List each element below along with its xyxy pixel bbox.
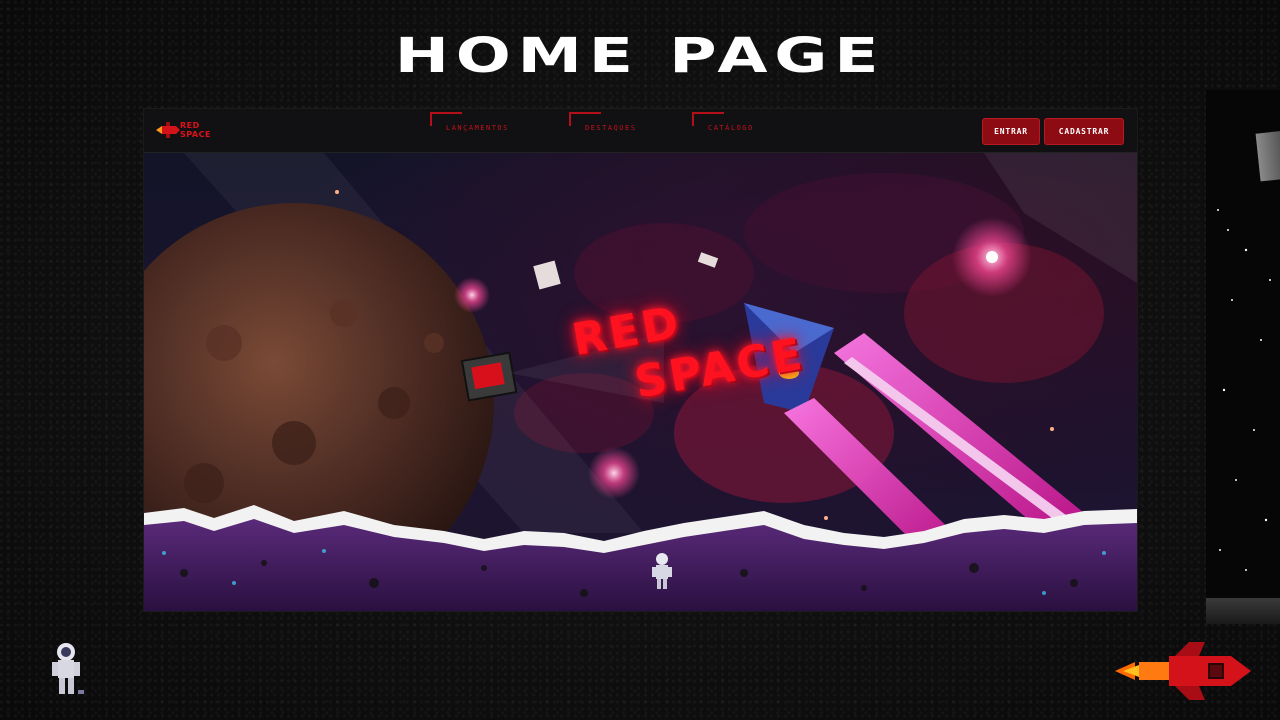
astronaut-icon bbox=[52, 643, 84, 694]
nav-catalogo[interactable]: CATÁLOGO bbox=[692, 112, 754, 146]
rocket-icon bbox=[1115, 642, 1251, 700]
hero-banner: RED SPACE bbox=[144, 153, 1137, 611]
tv-icon bbox=[460, 351, 518, 402]
logo-rocket-icon bbox=[156, 122, 180, 138]
side-strip-preview bbox=[1206, 90, 1280, 624]
login-button[interactable]: ENTRAR bbox=[982, 118, 1040, 145]
signup-button[interactable]: CADASTRAR bbox=[1044, 118, 1124, 145]
logo-text: RED SPACE bbox=[180, 121, 211, 139]
site-logo[interactable]: RED SPACE bbox=[154, 120, 228, 142]
navbar: RED SPACE LANÇAMENTOS DESTAQUES CATÁLOGO… bbox=[144, 109, 1137, 153]
nav-lancamentos[interactable]: LANÇAMENTOS bbox=[430, 112, 509, 146]
website-mockup: RED SPACE LANÇAMENTOS DESTAQUES CATÁLOGO… bbox=[144, 109, 1137, 611]
device-bottom-bar bbox=[1206, 598, 1280, 624]
device-notch bbox=[1255, 130, 1280, 182]
slide-title: HOME PAGE bbox=[394, 28, 886, 84]
nav-destaques[interactable]: DESTAQUES bbox=[569, 112, 636, 146]
